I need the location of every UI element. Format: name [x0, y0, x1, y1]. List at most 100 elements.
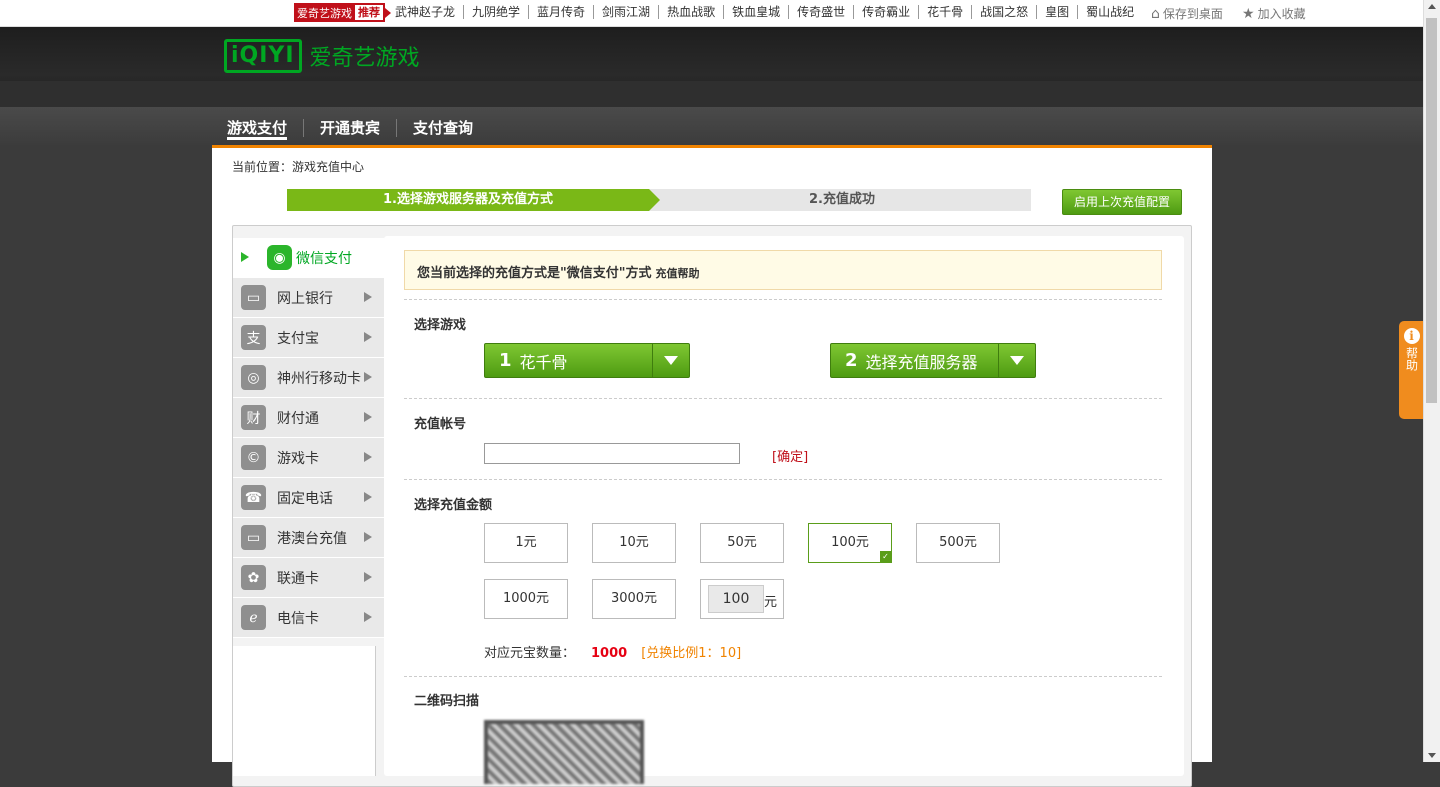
help-link[interactable]: 充值帮助 — [656, 267, 700, 280]
step-2: 2.充值成功 — [809, 192, 875, 207]
nav-item-pay-query[interactable]: 支付查询 — [397, 119, 489, 137]
server-step-number: 2 — [845, 350, 858, 371]
chevron-down-icon — [1010, 356, 1024, 365]
recommend-link[interactable]: 铁血皇城 — [724, 5, 790, 19]
telephone-icon: ☎ — [241, 485, 266, 510]
chevron-right-icon — [364, 412, 372, 422]
breadcrumb: 当前位置：游戏充值中心 — [232, 160, 365, 174]
logo[interactable]: iQIYI 爱奇艺游戏 — [224, 39, 420, 73]
page-scrollbar[interactable] — [1423, 0, 1440, 762]
notice-message: 您当前选择的充值方式是"微信支付"方式 — [417, 266, 652, 281]
home-icon: ⌂ — [1151, 5, 1160, 22]
yuanbao-value: 1000 — [591, 646, 628, 661]
logo-text: 爱奇艺游戏 — [309, 46, 420, 71]
main-nav: 游戏支付 开通贵宾 支付查询 — [227, 119, 489, 140]
dropdown-button[interactable] — [652, 344, 689, 377]
dropdown-button[interactable] — [998, 344, 1035, 377]
amount-option-selected[interactable]: 100元 — [808, 523, 892, 563]
progress-steps: 1.选择游戏服务器及充值方式 2.充值成功 — [287, 189, 1031, 211]
exchange-ratio: [兑换比例1：10] — [641, 646, 742, 661]
step-1: 1.选择游戏服务器及充值方式 — [287, 189, 660, 211]
game-name: 花千骨 — [519, 352, 568, 372]
tenpay-icon: 财 — [241, 405, 266, 430]
game-select[interactable]: 1 花千骨 — [484, 343, 690, 378]
save-desktop-link[interactable]: ⌂ 保存到桌面 — [1151, 5, 1223, 22]
recommend-link[interactable]: 传奇霸业 — [854, 5, 920, 19]
nav-item-game-pay[interactable]: 游戏支付 — [227, 119, 305, 140]
chevron-right-icon — [364, 612, 372, 622]
recommend-link[interactable]: 热血战歌 — [659, 5, 725, 19]
recommend-arrow-icon — [385, 8, 391, 18]
custom-amount-input[interactable]: 100 — [708, 585, 764, 613]
recommend-link[interactable]: 花千骨 — [919, 5, 973, 19]
payment-form: 您当前选择的充值方式是"微信支付"方式 充值帮助 选择游戏 1 花千骨 2 选择充… — [384, 236, 1184, 784]
payment-method-sidebar: ◉ 微信支付 ▭ 网上银行 支 支付宝 ◎ 神州行移动卡 财 财付通 © 游戏卡 — [233, 238, 384, 638]
divider — [404, 479, 1162, 480]
bank-card-icon: ▭ — [241, 285, 266, 310]
sidebar-item-label: 港澳台充值 — [277, 530, 347, 547]
sidebar-item-alipay[interactable]: 支 支付宝 — [233, 318, 384, 358]
yuanbao-info: 对应元宝数量： 1000 [兑换比例1：10] — [484, 642, 741, 661]
sidebar-item-label: 游戏卡 — [277, 450, 319, 467]
recommend-bar: 爱奇艺游戏 推荐 武神赵子龙 九阴绝学 蓝月传奇 剑雨江湖 热血战歌 铁血皇城 … — [0, 0, 1424, 27]
help-tab[interactable]: i 帮助 — [1399, 321, 1424, 419]
notice-text: 您当前选择的充值方式是"微信支付"方式 充值帮助 — [417, 262, 700, 281]
add-favorite-link[interactable]: ★ 加入收藏 — [1242, 5, 1306, 22]
nav-item-vip[interactable]: 开通贵宾 — [304, 119, 398, 137]
nav-item-label: 游戏支付 — [227, 119, 288, 140]
sidebar-item-label: 微信支付 — [296, 250, 352, 267]
chevron-right-icon — [364, 372, 372, 382]
recommend-link[interactable]: 九阴绝学 — [464, 5, 530, 19]
sidebar-item-china-mobile[interactable]: ◎ 神州行移动卡 — [233, 358, 384, 398]
recommend-link[interactable]: 传奇盛世 — [789, 5, 855, 19]
logo-mark: iQIYI — [224, 39, 302, 73]
server-select[interactable]: 2 选择充值服务器 — [830, 343, 1036, 378]
account-input[interactable] — [484, 443, 740, 464]
amount-option[interactable]: 1000元 — [484, 579, 568, 619]
recommend-link[interactable]: 武神赵子龙 — [395, 5, 465, 19]
amount-option[interactable]: 1元 — [484, 523, 568, 563]
confirm-account-link[interactable]: [确定] — [772, 446, 808, 465]
recommend-link[interactable]: 战国之怒 — [972, 5, 1038, 19]
recommend-link[interactable]: 皇图 — [1037, 5, 1079, 19]
scrollbar-thumb[interactable] — [1426, 18, 1437, 403]
save-desktop-label: 保存到桌面 — [1162, 7, 1223, 21]
sidebar-item-tenpay[interactable]: 财 财付通 — [233, 398, 384, 438]
sidebar-item-hk-mo-tw[interactable]: ▭ 港澳台充值 — [233, 518, 384, 558]
chevron-right-icon — [364, 292, 372, 302]
section-title-game: 选择游戏 — [414, 318, 467, 333]
sidebar-item-telecom[interactable]: ℯ 电信卡 — [233, 598, 384, 638]
sidebar-item-label: 神州行移动卡 — [277, 370, 361, 387]
chevron-right-icon — [364, 572, 372, 582]
amount-option[interactable]: 10元 — [592, 523, 676, 563]
card-icon: ▭ — [241, 525, 266, 550]
custom-amount[interactable]: 100 元 — [700, 579, 784, 619]
game-step-number: 1 — [499, 350, 512, 371]
section-title-amount: 选择充值金额 — [414, 498, 493, 513]
reuse-config-button[interactable]: 启用上次充值配置 — [1062, 189, 1182, 215]
custom-amount-unit: 元 — [764, 595, 778, 610]
amount-option[interactable]: 500元 — [916, 523, 1000, 563]
sidebar-item-unicom[interactable]: ✿ 联通卡 — [233, 558, 384, 598]
recommend-link[interactable]: 剑雨江湖 — [594, 5, 660, 19]
site-header: iQIYI 爱奇艺游戏 — [0, 27, 1424, 107]
china-mobile-icon: ◎ — [241, 365, 266, 390]
amount-option[interactable]: 50元 — [700, 523, 784, 563]
recommend-link[interactable]: 蓝月传奇 — [529, 5, 595, 19]
sidebar-item-telephone[interactable]: ☎ 固定电话 — [233, 478, 384, 518]
amount-option[interactable]: 3000元 — [592, 579, 676, 619]
divider — [404, 299, 1162, 300]
sidebar-item-online-bank[interactable]: ▭ 网上银行 — [233, 278, 384, 318]
recommend-link[interactable]: 蜀山战纪 — [1078, 5, 1142, 19]
wechat-icon: ◉ — [267, 245, 292, 270]
recommend-badge[interactable]: 爱奇艺游戏 推荐 — [294, 3, 391, 22]
scroll-down-icon[interactable] — [1428, 753, 1436, 758]
recommend-label: 爱奇艺游戏 — [297, 6, 352, 20]
help-tab-label: 帮助 — [1404, 347, 1419, 371]
sidebar-item-wechat[interactable]: ◉ 微信支付 — [233, 238, 384, 278]
sidebar-item-label: 支付宝 — [277, 330, 319, 347]
selected-arrow-icon — [241, 252, 249, 262]
scroll-up-icon[interactable] — [1428, 4, 1436, 9]
nav-inner: 游戏支付 开通贵宾 支付查询 — [212, 107, 1212, 145]
sidebar-item-game-card[interactable]: © 游戏卡 — [233, 438, 384, 478]
